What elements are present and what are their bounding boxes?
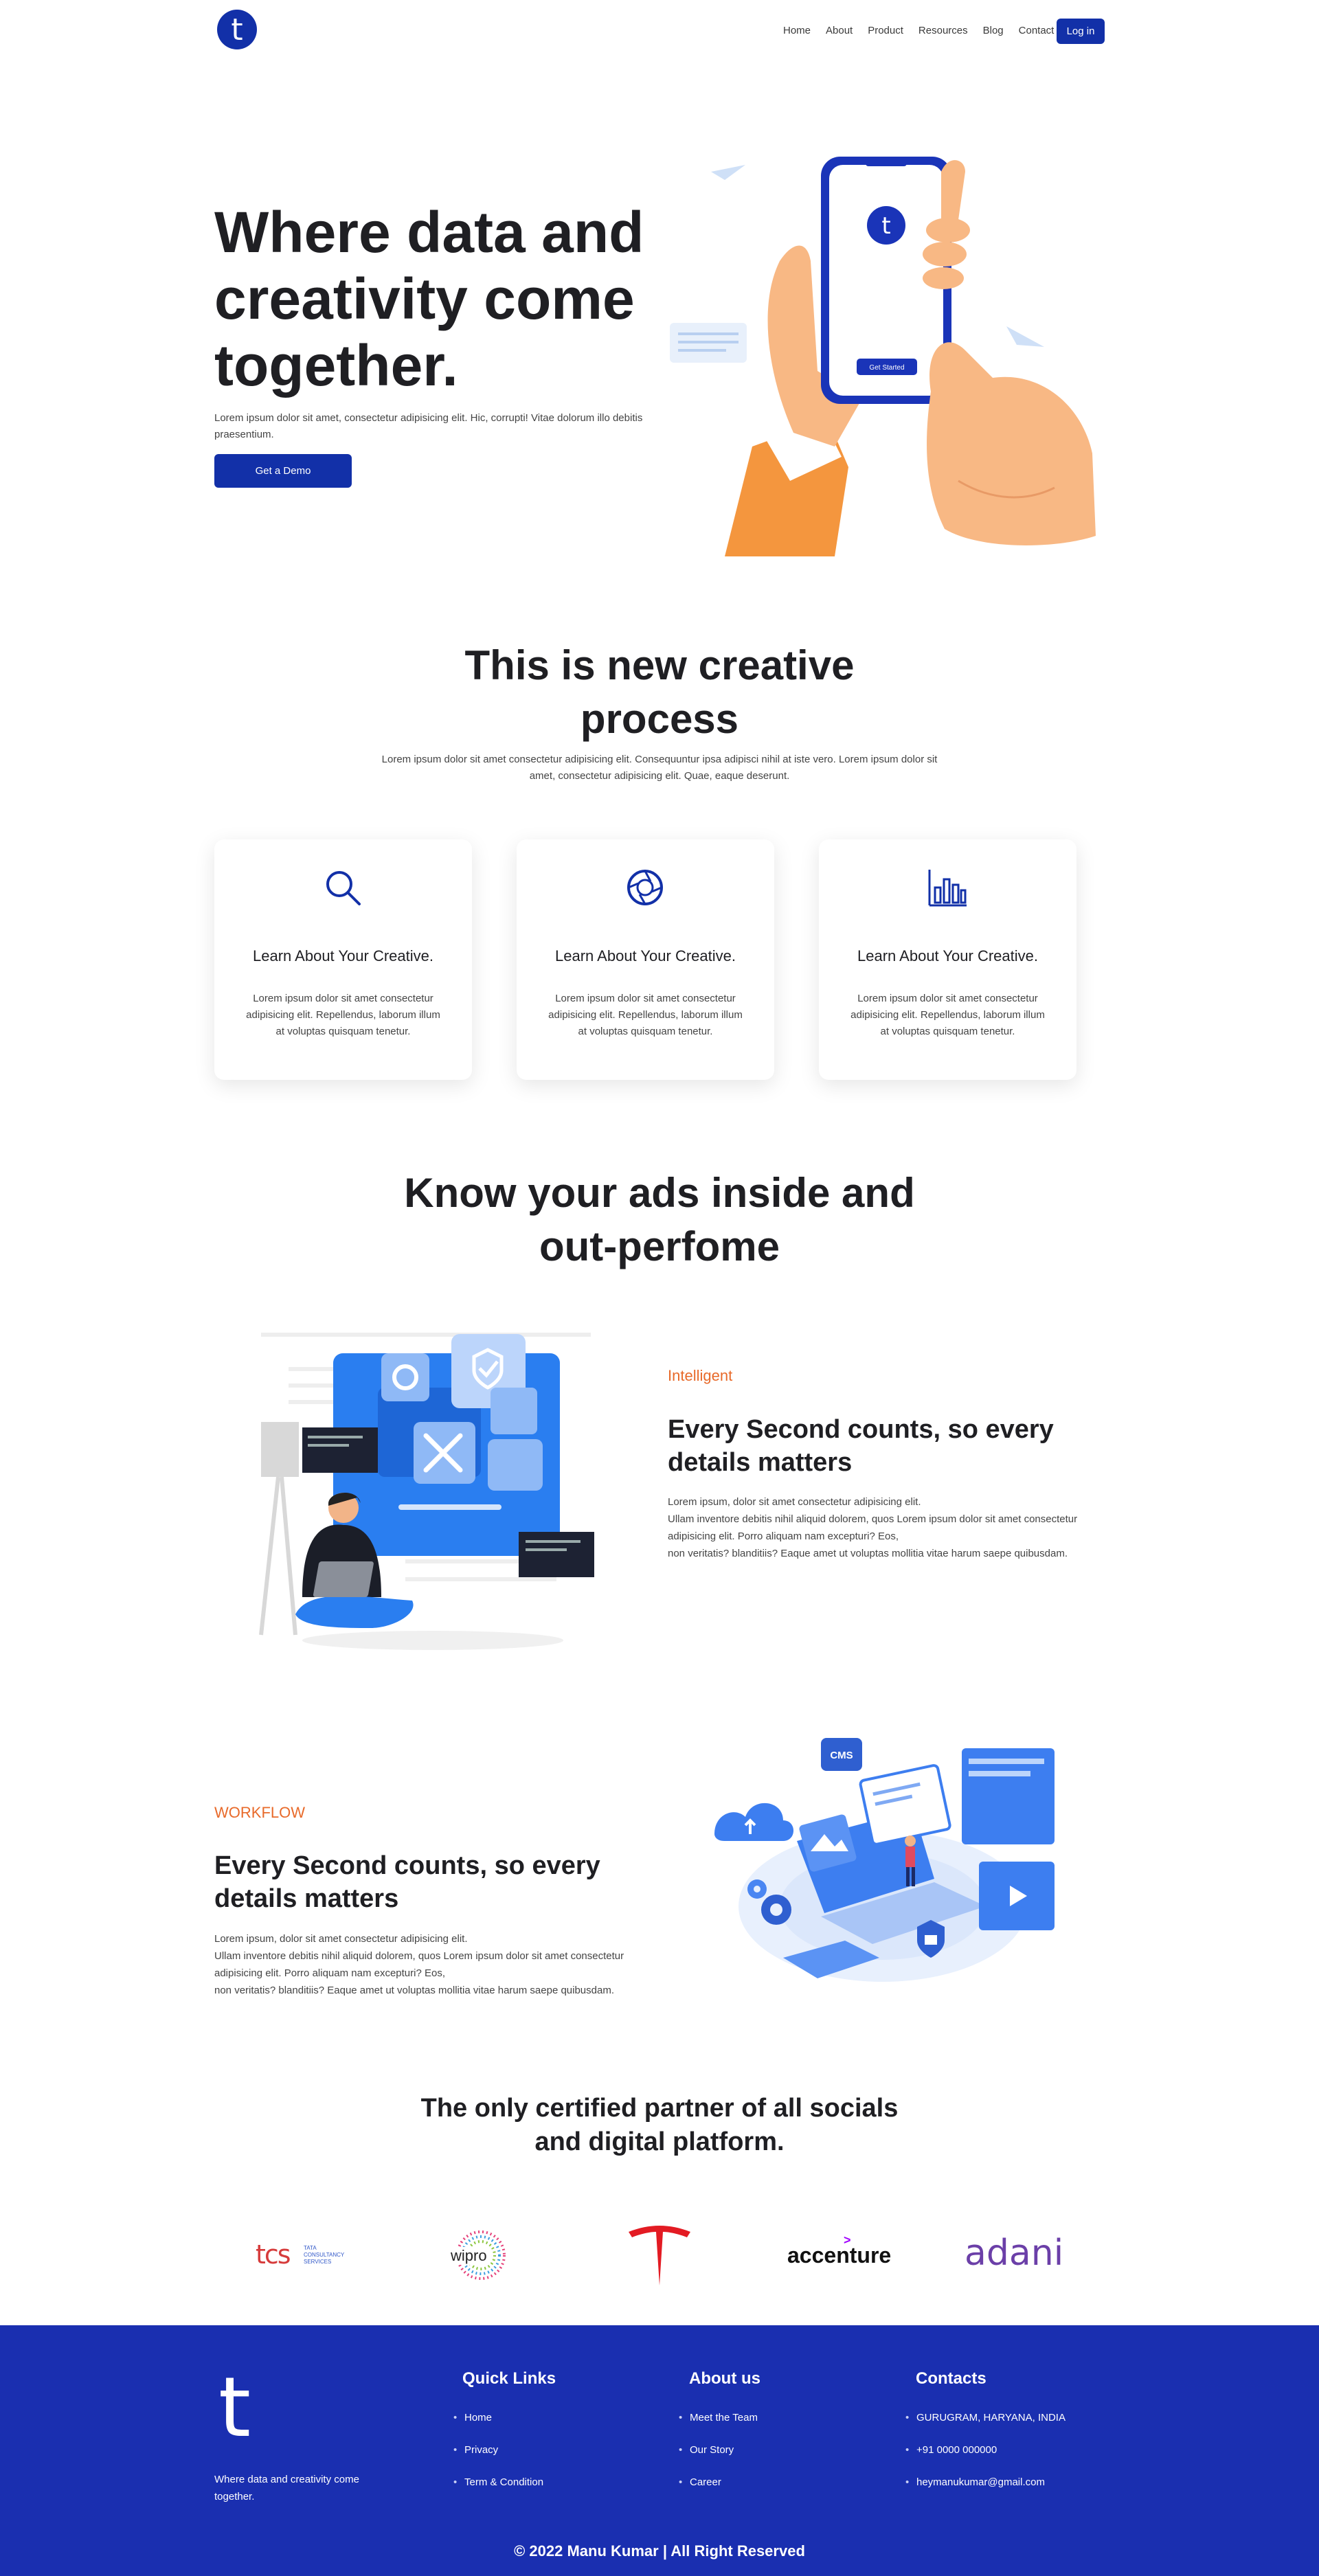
workflow-illustration: CMS xyxy=(714,1738,1055,1982)
login-button[interactable]: Log in xyxy=(1057,19,1105,44)
feature2-text-line1: Lorem ipsum, dolor sit amet consectetur … xyxy=(214,1933,468,1945)
brand-logo-letter: t xyxy=(231,12,243,47)
feature2-title: Every Second counts, so every details ma… xyxy=(214,1851,600,1913)
wipro-logo: wipro xyxy=(447,2229,515,2281)
contact-phone[interactable]: +91 0000 000000 xyxy=(905,2444,1066,2456)
contact-address: GURUGRAM, HARYANA, INDIA xyxy=(905,2412,1066,2424)
tcs-logo: tcs TATA CONSULTANCY SERVICES xyxy=(256,2238,359,2272)
wipro-logo-text: wipro xyxy=(449,2247,488,2265)
card-text: Lorem ipsum dolor sit amet consectetur a… xyxy=(850,993,1045,1037)
accenture-logo-text: accenture xyxy=(787,2243,892,2268)
feature-card-3: Learn About Your Creative. Lorem ipsum d… xyxy=(819,839,1076,1080)
card-text: Lorem ipsum dolor sit amet consectetur a… xyxy=(548,993,743,1037)
contacts-list: GURUGRAM, HARYANA, INDIA +91 0000 000000… xyxy=(905,2412,1066,2509)
footer-link-privacy[interactable]: Privacy xyxy=(453,2444,543,2456)
feature1-title: Every Second counts, so every details ma… xyxy=(668,1415,1054,1477)
brand-logo[interactable]: t xyxy=(217,10,257,49)
hero-title: Where data and creativity come together. xyxy=(214,200,644,398)
bar-chart-icon xyxy=(928,870,967,907)
get-demo-button[interactable]: Get a Demo xyxy=(214,454,352,488)
feature1-text: Lorem ipsum, dolor sit amet consectetur … xyxy=(668,1493,1107,1562)
feature2-text-line2: Ullam inventore debitis nihil aliquid do… xyxy=(214,1950,624,1979)
hero-text: Lorem ipsum dolor sit amet, consectetur … xyxy=(214,412,643,440)
ads-title: Know your ads inside and out-perfome xyxy=(404,1170,915,1269)
footer-link-home[interactable]: Home xyxy=(453,2412,543,2424)
nav-link-home[interactable]: Home xyxy=(783,25,811,36)
developer-illustration xyxy=(259,1333,594,1650)
accenture-logo: accenture > xyxy=(787,2233,892,2268)
footer-link-career[interactable]: Career xyxy=(679,2476,758,2488)
card-title: Learn About Your Creative. xyxy=(253,947,433,964)
process-title: This is new creative process xyxy=(464,642,855,742)
contact-email[interactable]: heymanukumar@gmail.com xyxy=(905,2476,1066,2488)
copyright: © 2022 Manu Kumar | All Right Reserved xyxy=(514,2542,805,2560)
hero-phone-illustration: t Get Started xyxy=(670,157,1096,556)
footer-link-our-story[interactable]: Our Story xyxy=(679,2444,758,2456)
nav-link-resources[interactable]: Resources xyxy=(918,25,968,36)
tesla-logo xyxy=(629,2226,690,2285)
footer-tagline: Where data and creativity come together. xyxy=(214,2474,359,2502)
card-title: Learn About Your Creative. xyxy=(555,947,736,964)
feature1-text-line2: Ullam inventore debitis nihil aliquid do… xyxy=(668,1513,1078,1542)
tcs-logo-mark: tcs xyxy=(256,2239,291,2270)
phone-get-started: Get Started xyxy=(869,364,904,372)
feature-card-2: Learn About Your Creative. Lorem ipsum d… xyxy=(517,839,774,1080)
nav-link-product[interactable]: Product xyxy=(868,25,903,36)
feature-card-1: Learn About Your Creative. Lorem ipsum d… xyxy=(214,839,472,1080)
phone-logo: t xyxy=(881,212,890,240)
nav-link-blog[interactable]: Blog xyxy=(983,25,1004,36)
partners-title: The only certified partner of all social… xyxy=(420,2094,899,2156)
about-links-list: Meet the Team Our Story Career xyxy=(679,2412,758,2509)
contacts-title: Contacts xyxy=(916,2369,987,2388)
nav-link-contact[interactable]: Contact xyxy=(1019,25,1055,36)
quick-links-title: Quick Links xyxy=(462,2369,556,2388)
tcs-logo-line2: CONSULTANCY xyxy=(304,2252,345,2258)
footer-logo: t xyxy=(218,2360,251,2456)
feature1-label: Intelligent xyxy=(668,1367,733,1384)
adani-logo: adani xyxy=(965,2233,1064,2274)
card-title: Learn About Your Creative. xyxy=(857,947,1038,964)
process-text: Lorem ipsum dolor sit amet consectetur a… xyxy=(381,754,938,782)
search-icon xyxy=(326,871,361,905)
tcs-logo-line1: TATA xyxy=(304,2245,317,2251)
footer-link-meet-team[interactable]: Meet the Team xyxy=(679,2412,758,2424)
nav-link-about[interactable]: About xyxy=(826,25,853,36)
quick-links-list: Home Privacy Term & Condition xyxy=(453,2412,543,2509)
tcs-logo-line3: SERVICES xyxy=(304,2259,332,2265)
footer: t Where data and creativity come togethe… xyxy=(0,2325,1319,2576)
card-text: Lorem ipsum dolor sit amet consectetur a… xyxy=(246,993,440,1037)
feature2-text: Lorem ipsum, dolor sit amet consectetur … xyxy=(214,1930,654,1999)
footer-link-terms[interactable]: Term & Condition xyxy=(453,2476,543,2488)
feature1-text-line1: Lorem ipsum, dolor sit amet consectetur … xyxy=(668,1496,921,1508)
feature2-label: WORKFLOW xyxy=(214,1804,305,1821)
about-us-title: About us xyxy=(689,2369,760,2388)
feature2-text-line3: non veritatis? blanditiis? Eaque amet ut… xyxy=(214,1985,614,1996)
feature1-text-line3: non veritatis? blanditiis? Eaque amet ut… xyxy=(668,1548,1068,1559)
aperture-icon xyxy=(627,870,663,905)
main-nav: Home About Product Resources Blog Contac… xyxy=(783,25,1069,36)
cms-badge: CMS xyxy=(830,1750,853,1761)
